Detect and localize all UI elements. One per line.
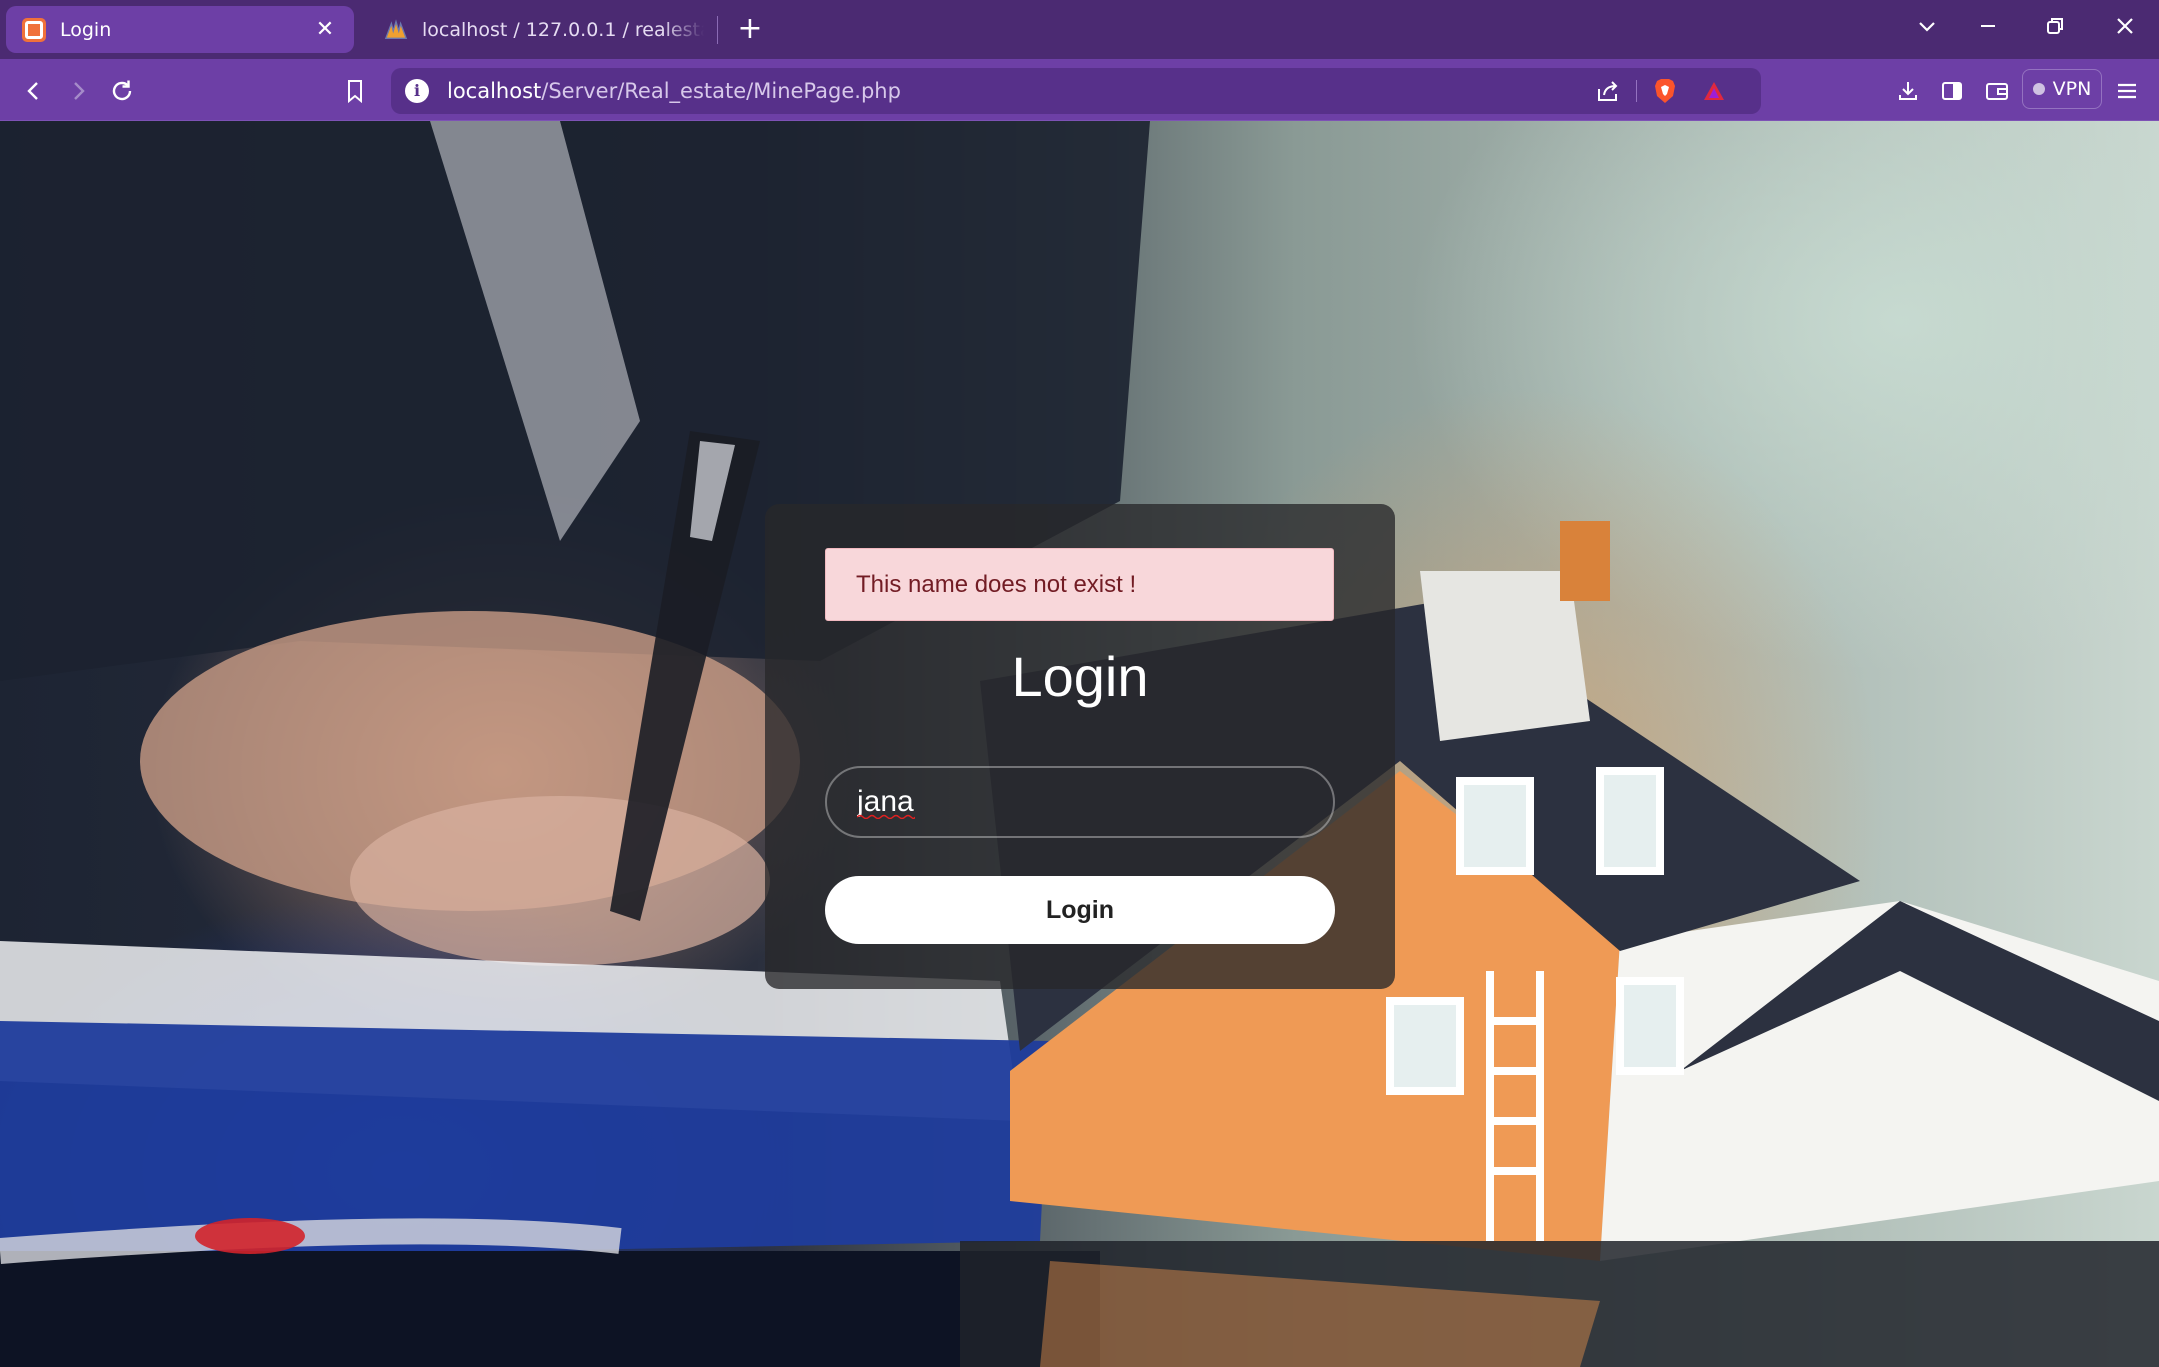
sidebar-icon[interactable] [1932, 71, 1972, 111]
restore-icon[interactable] [2033, 10, 2077, 50]
bookmark-icon[interactable] [335, 71, 375, 111]
tab-title: localhost / 127.0.0.1 / realestate / es [422, 18, 704, 41]
back-icon[interactable] [14, 71, 54, 111]
url-text[interactable]: localhost/Server/Real_estate/MinePage.ph… [447, 79, 901, 103]
tab-title: Login [60, 18, 112, 41]
tab-login[interactable]: Login ✕ [6, 6, 354, 53]
address-bar[interactable]: i localhost/Server/Real_estate/MinePage.… [391, 68, 1761, 114]
page-viewport: This name does not exist ! Login Login [0, 121, 2159, 1367]
wallet-icon[interactable] [1977, 71, 2017, 111]
login-button[interactable]: Login [825, 876, 1335, 944]
tab-phpmyadmin[interactable]: localhost / 127.0.0.1 / realestate / es [374, 6, 714, 53]
vpn-status-icon [2032, 83, 2045, 95]
site-info-icon[interactable]: i [405, 79, 429, 103]
error-alert: This name does not exist ! [825, 548, 1334, 621]
url-host: localhost [447, 79, 542, 103]
vpn-button[interactable]: VPN [2022, 69, 2102, 109]
login-card: This name does not exist ! Login Login [765, 504, 1395, 989]
tab-divider [717, 16, 718, 44]
forward-icon[interactable] [58, 71, 98, 111]
close-tab-icon[interactable]: ✕ [312, 17, 338, 42]
vpn-label: VPN [2052, 78, 2092, 100]
url-path: /Server/Real_estate/MinePage.php [541, 79, 901, 103]
reload-icon[interactable] [102, 71, 142, 111]
page-title: Login [1011, 645, 1149, 708]
browser-toolbar: i localhost/Server/Real_estate/MinePage.… [0, 59, 2159, 121]
menu-icon[interactable] [2107, 71, 2147, 111]
tab-strip: Login ✕ localhost / 127.0.0.1 / realesta… [0, 0, 2159, 59]
new-tab-button[interactable]: + [732, 12, 768, 48]
downloads-icon[interactable] [1888, 71, 1928, 111]
minimize-icon[interactable] [1966, 10, 2010, 50]
share-icon[interactable] [1588, 71, 1628, 111]
brave-shields-icon[interactable] [1645, 71, 1685, 111]
tab-search-chevron-icon[interactable] [1905, 10, 1949, 50]
xampp-icon [22, 17, 46, 42]
phpmyadmin-icon [384, 18, 408, 42]
brave-rewards-icon[interactable] [1694, 71, 1734, 111]
spellcheck-underline [857, 814, 915, 819]
urlbar-divider [1636, 80, 1637, 102]
close-window-icon[interactable] [2103, 10, 2147, 50]
username-input[interactable] [825, 766, 1335, 838]
